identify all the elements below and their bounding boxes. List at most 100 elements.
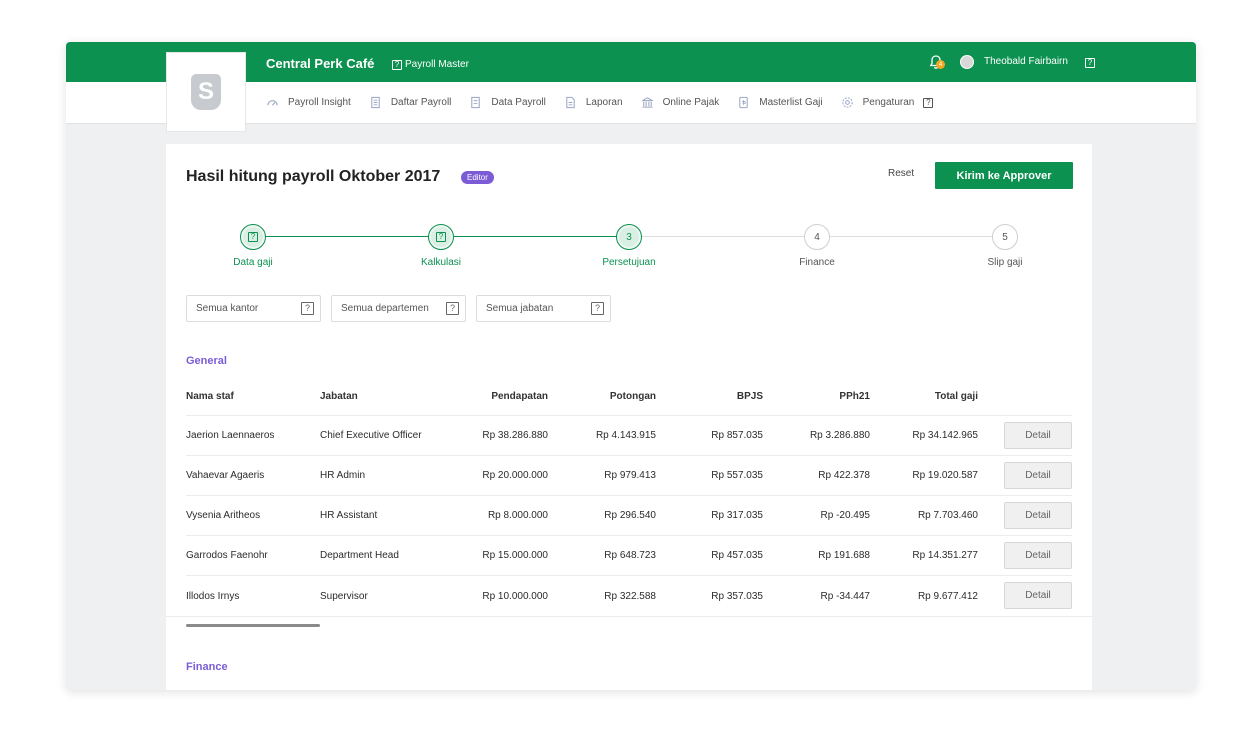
staff-position: Supervisor: [320, 590, 368, 602]
company-name: Central Perk Café: [266, 56, 375, 71]
detail-button[interactable]: Detail: [1004, 422, 1072, 449]
step-kalkulasi[interactable]: ? Kalkulasi: [401, 224, 481, 268]
nav-item-data-payroll[interactable]: Data Payroll: [469, 96, 546, 109]
nav-item-online-pajak[interactable]: Online Pajak: [641, 96, 720, 109]
product-name: Payroll Master: [405, 59, 469, 70]
step-check-icon: ?: [436, 232, 446, 242]
deduction-value: Rp 296.540: [604, 510, 656, 521]
dropdown-icon: ?: [591, 302, 604, 315]
staff-name: Vahaevar Agaeris: [186, 470, 265, 481]
send-to-approver-button[interactable]: Kirim ke Approver: [935, 162, 1073, 189]
step-marker: 3: [616, 224, 642, 250]
product-switcher[interactable]: ? Payroll Master: [392, 59, 469, 70]
nav-label: Pengaturan: [862, 97, 915, 108]
detail-button[interactable]: Detail: [1004, 582, 1072, 609]
pph21-value: Rp 191.688: [818, 550, 870, 561]
step-label: Persetujuan: [602, 257, 656, 268]
step-finance[interactable]: 4 Finance: [777, 224, 857, 268]
staff-name: Illodos Irnys: [186, 590, 240, 602]
deduction-value: Rp 979.413: [604, 470, 656, 481]
step-label: Finance: [799, 257, 835, 268]
nav-label: Online Pajak: [662, 97, 720, 108]
horizontal-scrollbar[interactable]: [186, 624, 320, 627]
filter-value: Semua jabatan: [486, 303, 554, 314]
table-row: Jaerion Laennaeros Chief Executive Offic…: [186, 416, 1072, 456]
total-value: Rp 9.677.412: [917, 590, 978, 602]
staff-name: Jaerion Laennaeros: [186, 430, 275, 441]
nav-item-laporan[interactable]: Laporan: [564, 96, 623, 109]
nav-item-pengaturan[interactable]: Pengaturan ?: [841, 96, 934, 109]
nav-item-payroll-insight[interactable]: Payroll Insight: [266, 96, 351, 109]
section-finance-label: Finance: [186, 661, 228, 673]
dropdown-icon: ?: [301, 302, 314, 315]
avatar[interactable]: [960, 55, 974, 69]
step-label: Kalkulasi: [420, 257, 462, 268]
payroll-table: Nama staf Jabatan Pendapatan Potongan BP…: [186, 378, 1072, 616]
logo-shield-icon: S: [191, 74, 221, 110]
deduction-value: Rp 648.723: [604, 550, 656, 561]
total-value: Rp 7.703.460: [917, 510, 978, 521]
gauge-icon: [267, 100, 278, 106]
nav-label: Data Payroll: [491, 97, 546, 108]
column-header: Nama staf: [186, 391, 234, 402]
total-value: Rp 34.142.965: [912, 430, 978, 441]
income-value: Rp 10.000.000: [482, 590, 548, 602]
dropdown-icon: ?: [446, 302, 459, 315]
nav-label: Laporan: [585, 97, 623, 108]
table-header: Nama staf Jabatan Pendapatan Potongan BP…: [186, 378, 1072, 416]
office-filter-select[interactable]: Semua kantor ?: [186, 295, 321, 322]
column-header: Potongan: [609, 391, 656, 402]
bpjs-value: Rp 457.035: [711, 550, 763, 561]
user-menu-icon[interactable]: ?: [1085, 58, 1095, 68]
role-badge: Editor: [461, 171, 494, 184]
page-title: Hasil hitung payroll Oktober 2017: [186, 168, 441, 185]
bpjs-value: Rp 857.035: [711, 430, 763, 441]
nav-item-masterlist-gaji[interactable]: Masterlist Gaji: [737, 96, 823, 109]
user-name[interactable]: Theobald Fairbairn: [984, 56, 1068, 67]
notification-count-badge: 4: [936, 60, 945, 69]
list-document-icon: [371, 96, 380, 109]
table-row: Garrodos Faenohr Department Head Rp 15.0…: [186, 536, 1072, 576]
nav-item-daftar-payroll[interactable]: Daftar Payroll: [369, 96, 451, 109]
staff-name: Garrodos Faenohr: [186, 550, 268, 561]
position-filter-select[interactable]: Semua jabatan ?: [476, 295, 611, 322]
salary-doc-icon: [739, 96, 748, 109]
company-logo[interactable]: S: [166, 52, 246, 132]
total-value: Rp 14.351.277: [912, 550, 978, 561]
reset-button[interactable]: Reset: [888, 168, 914, 179]
table-row: Vahaevar Agaeris HR Admin Rp 20.000.000 …: [186, 456, 1072, 496]
pph21-value: Rp 422.378: [818, 470, 870, 481]
step-marker: 4: [804, 224, 830, 250]
detail-button[interactable]: Detail: [1004, 502, 1072, 529]
step-marker: ?: [428, 224, 454, 250]
nav-label: Masterlist Gaji: [759, 97, 823, 108]
deduction-value: Rp 4.143.915: [595, 430, 656, 441]
step-check-icon: ?: [248, 232, 258, 242]
detail-button[interactable]: Detail: [1004, 462, 1072, 489]
step-data-gaji[interactable]: ? Data gaji: [213, 224, 293, 268]
bpjs-value: Rp 557.035: [711, 470, 763, 481]
step-persetujuan[interactable]: 3 Persetujuan: [589, 224, 669, 268]
step-label: Slip gaji: [987, 257, 1023, 268]
bank-icon: [641, 97, 653, 108]
nav-label: Payroll Insight: [288, 97, 351, 108]
total-value: Rp 19.020.587: [912, 470, 978, 481]
department-filter-select[interactable]: Semua departemen ?: [331, 295, 466, 322]
filter-value: Semua departemen: [341, 303, 429, 314]
column-header: PPh21: [839, 391, 870, 402]
app-window: Central Perk Café ? Payroll Master 4 The…: [66, 42, 1196, 690]
staff-position: HR Admin: [320, 470, 366, 481]
data-document-icon: [471, 96, 481, 109]
more-menu-icon[interactable]: ?: [923, 97, 934, 108]
column-header: BPJS: [736, 391, 763, 402]
income-value: Rp 20.000.000: [482, 470, 548, 481]
detail-button[interactable]: Detail: [1004, 542, 1072, 569]
step-slip-gaji[interactable]: 5 Slip gaji: [965, 224, 1045, 268]
staff-position: HR Assistant: [320, 510, 378, 521]
table-row: Vysenia Aritheos HR Assistant Rp 8.000.0…: [186, 496, 1072, 536]
payroll-stepper: ? Data gaji ? Kalkulasi 3 Persetujuan 4 …: [166, 224, 1092, 274]
filter-value: Semua kantor: [196, 303, 259, 314]
payroll-card: Hasil hitung payroll Oktober 2017 Editor…: [166, 144, 1092, 690]
column-header: Pendapatan: [491, 391, 548, 402]
table-row: Illodos Irnys Supervisor Rp 10.000.000 R…: [186, 576, 1072, 616]
